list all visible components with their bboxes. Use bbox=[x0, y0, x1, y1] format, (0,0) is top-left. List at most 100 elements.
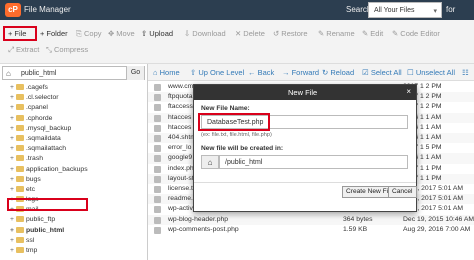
folder-icon bbox=[16, 185, 24, 192]
folder-tree-item[interactable]: + tmp bbox=[0, 246, 147, 256]
path-bar: ⌂ public_html Go bbox=[2, 66, 145, 80]
rename-button[interactable]: ✎ Rename bbox=[318, 29, 355, 38]
folder-tree-item[interactable]: + public_html bbox=[0, 226, 147, 236]
file-name: htacces bbox=[168, 123, 192, 131]
select-all-button[interactable]: ☑ Select All bbox=[362, 68, 402, 77]
expand-icon[interactable]: + bbox=[8, 165, 16, 175]
expand-icon[interactable]: + bbox=[8, 154, 16, 164]
expand-icon[interactable]: + bbox=[8, 185, 16, 195]
unselect-all-button[interactable]: ☐ Unselect All bbox=[407, 68, 455, 77]
file-icon bbox=[154, 186, 161, 193]
file-row[interactable]: wp-blog-header.php 364 bytes Dec 19, 2015 … bbox=[148, 214, 474, 225]
expand-icon[interactable]: + bbox=[8, 93, 16, 103]
move-button[interactable]: ✥ Move bbox=[108, 29, 135, 38]
highlight-box bbox=[7, 198, 88, 211]
file-icon bbox=[154, 135, 161, 142]
empty-checkbox-icon: ☐ bbox=[407, 68, 416, 77]
file-icon bbox=[154, 175, 161, 183]
folder-icon bbox=[16, 124, 24, 131]
download-button[interactable]: ⇩ Download bbox=[184, 29, 226, 38]
expand-icon[interactable]: + bbox=[8, 236, 16, 246]
highlight-box bbox=[3, 26, 37, 41]
folder-tree-item[interactable]: + .sqmailattach bbox=[0, 144, 147, 154]
search-for-label: for bbox=[446, 5, 456, 14]
folder-icon bbox=[16, 94, 24, 101]
expand-icon[interactable]: + bbox=[8, 103, 16, 113]
restore-icon: ↺ bbox=[273, 29, 280, 38]
forward-arrow-icon: → bbox=[282, 68, 292, 77]
chevron-down-icon: ▾ bbox=[433, 8, 437, 15]
folder-tree-item[interactable]: + etc bbox=[0, 185, 147, 195]
delete-button[interactable]: ✕ Delete bbox=[235, 29, 265, 38]
folder-tree-item[interactable]: + .cpanel bbox=[0, 103, 147, 113]
path-input[interactable]: public_html bbox=[21, 70, 56, 77]
up-one-level-button[interactable]: ⇧ Up One Level bbox=[190, 68, 244, 77]
folder-tree-item[interactable]: + application_backups bbox=[0, 165, 147, 175]
search-scope-select[interactable]: All Your Files ▾ bbox=[368, 2, 442, 18]
view-button[interactable]: ☷ bbox=[462, 68, 469, 77]
edit-button[interactable]: ✎ Edit bbox=[362, 29, 383, 38]
forward-button[interactable]: → Forward bbox=[282, 68, 319, 77]
folder-icon bbox=[16, 175, 24, 182]
folder-tree-item[interactable]: + bugs bbox=[0, 175, 147, 185]
file-date: Dec 19, 2015 10:46 AM bbox=[403, 215, 474, 223]
folder-tree-pane: ⌂ public_html Go + .cagefs + .cl.selector +.… bbox=[0, 64, 148, 260]
expand-icon[interactable]: + bbox=[8, 215, 16, 225]
folder-tree-label: public_ftp bbox=[26, 216, 56, 224]
expand-icon[interactable]: + bbox=[8, 134, 16, 144]
close-icon[interactable]: × bbox=[406, 87, 411, 96]
new-folder-button[interactable]: + Folder bbox=[40, 29, 68, 38]
folder-tree-label: public_html bbox=[26, 226, 65, 234]
expand-icon[interactable]: + bbox=[8, 144, 16, 154]
folder-tree-item[interactable]: + .cl.selector bbox=[0, 93, 147, 103]
compress-icon: ⤡ bbox=[46, 45, 52, 54]
expand-icon[interactable]: + bbox=[8, 83, 16, 93]
folder-tree-label: .cagefs bbox=[26, 84, 48, 91]
location-input[interactable]: /public_html bbox=[219, 155, 408, 169]
file-name: ftaccess bbox=[168, 103, 193, 111]
expand-icon[interactable]: + bbox=[8, 175, 16, 185]
restore-button[interactable]: ↺ Restore bbox=[273, 29, 308, 38]
toolbar: + File + Folder ⎘ Copy ✥ Move ⇧ Upload ⇩ Downl… bbox=[0, 20, 474, 64]
expand-icon[interactable]: + bbox=[8, 114, 16, 124]
folder-tree-label: .sqmaildata bbox=[26, 134, 61, 142]
file-icon bbox=[154, 196, 161, 204]
folder-icon bbox=[16, 247, 24, 253]
cancel-button[interactable]: Cancel bbox=[388, 186, 417, 198]
home-icon: ⌂ bbox=[201, 155, 219, 169]
expand-icon[interactable]: + bbox=[8, 124, 16, 134]
compress-button[interactable]: ⤡ Compress bbox=[46, 45, 88, 55]
extract-button[interactable]: ⤢ Extract bbox=[8, 45, 39, 55]
file-name: google9 bbox=[168, 154, 193, 162]
code-editor-button[interactable]: ✎ Code Editor bbox=[392, 29, 440, 38]
file-name: error_lo bbox=[168, 144, 192, 152]
folder-icon bbox=[16, 226, 24, 233]
back-button[interactable]: ← Back bbox=[248, 68, 274, 77]
folder-tree-item[interactable]: + public_ftp bbox=[0, 215, 147, 225]
reload-button[interactable]: ↻ Reload bbox=[322, 68, 354, 77]
file-date: Aug 29, 2016 7:00 AM bbox=[403, 225, 471, 233]
folder-tree-item[interactable]: + .trash bbox=[0, 154, 147, 164]
folder-tree-item[interactable]: + .cagefs bbox=[0, 83, 147, 93]
copy-button[interactable]: ⎘ Copy bbox=[76, 29, 102, 39]
file-row[interactable]: wp-comments-post.php 1.59 KB Aug 29, 2016 … bbox=[148, 225, 474, 235]
folder-icon bbox=[16, 134, 24, 141]
delete-icon: ✕ bbox=[235, 29, 242, 38]
file-name: htacces bbox=[168, 113, 192, 121]
expand-icon[interactable]: + bbox=[8, 226, 16, 236]
expand-icon[interactable]: + bbox=[8, 246, 16, 256]
view-icon: ☷ bbox=[462, 68, 469, 77]
rename-icon: ✎ bbox=[318, 29, 325, 38]
folder-tree-label: .trash bbox=[26, 155, 43, 163]
folder-tree-item[interactable]: + ssl bbox=[0, 236, 147, 246]
cpanel-logo: cP bbox=[5, 3, 21, 17]
move-icon: ✥ bbox=[108, 29, 115, 38]
file-name: wp-comments-post.php bbox=[168, 225, 239, 233]
upload-button[interactable]: ⇧ Upload bbox=[141, 29, 173, 38]
folder-tree-item[interactable]: + .sqmaildata bbox=[0, 134, 147, 144]
home-button[interactable]: ⌂ Home bbox=[153, 68, 180, 77]
go-button[interactable]: Go bbox=[126, 66, 144, 80]
folder-tree-item[interactable]: + .cphorde bbox=[0, 114, 147, 124]
home-icon[interactable]: ⌂ bbox=[6, 69, 11, 78]
folder-tree-item[interactable]: + .mysql_backup bbox=[0, 124, 147, 134]
